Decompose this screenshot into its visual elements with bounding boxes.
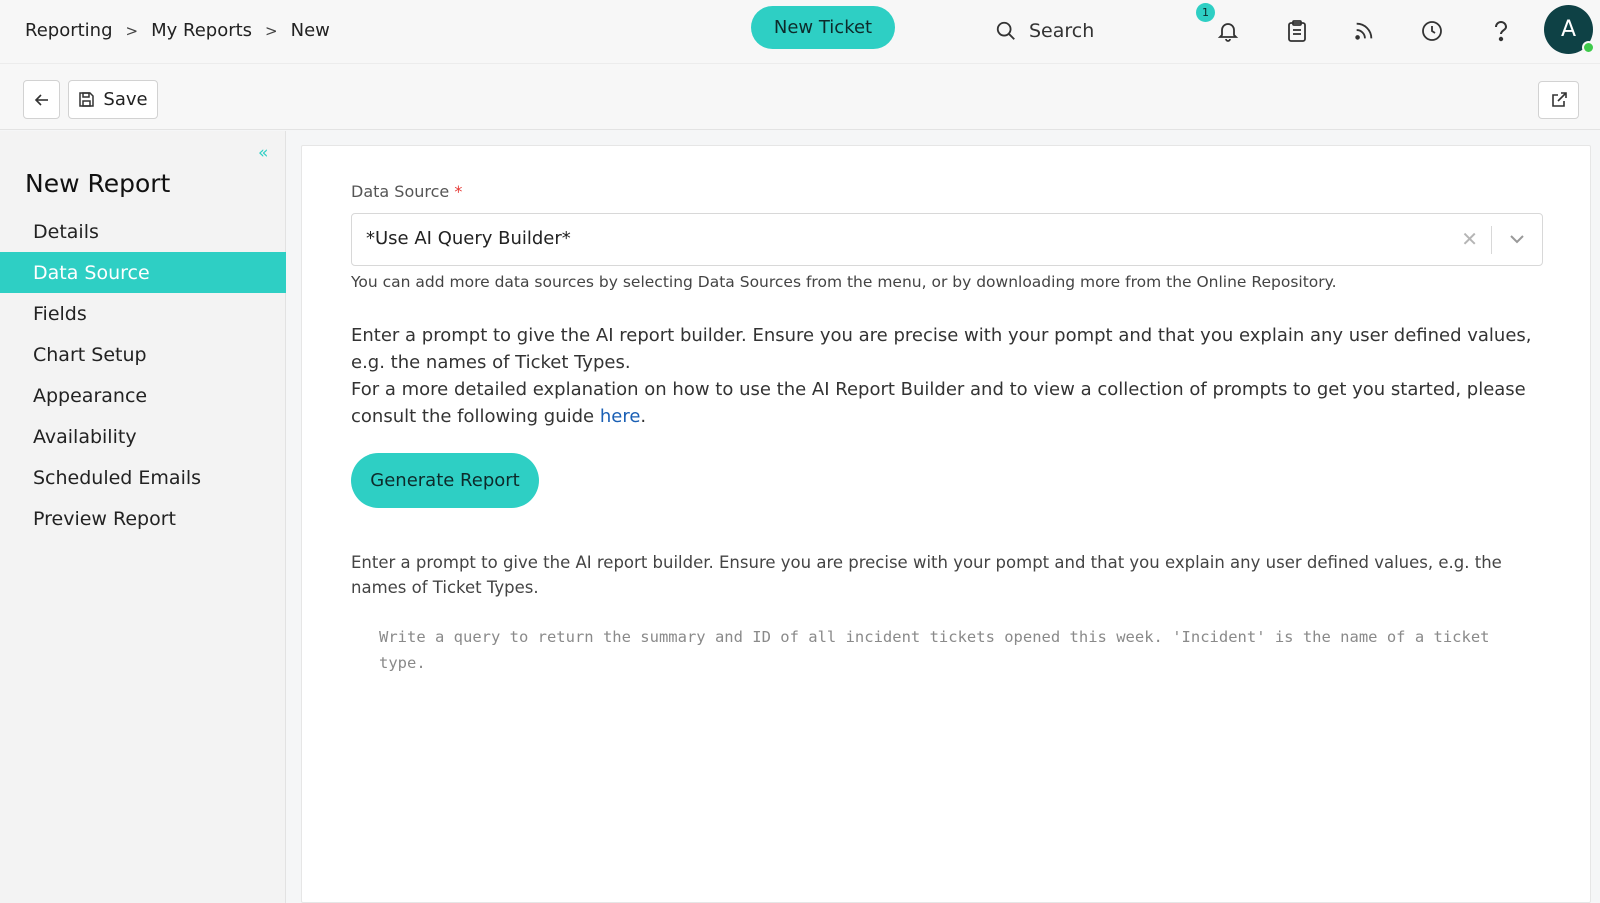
online-status-indicator	[1582, 41, 1595, 54]
sidebar-item-data-source[interactable]: Data Source	[0, 252, 286, 293]
notification-badge: 1	[1196, 3, 1215, 22]
guide-paragraph: For a more detailed explanation on how t…	[351, 376, 1551, 430]
toolbar: Save	[0, 64, 1600, 130]
chevron-down-icon[interactable]	[1506, 228, 1528, 250]
prompt-intro-text: Enter a prompt to give the AI report bui…	[351, 325, 1532, 373]
collapse-sidebar-icon[interactable]: «	[258, 143, 268, 163]
save-label: Save	[103, 89, 148, 110]
save-button[interactable]: Save	[68, 80, 158, 119]
rss-feed-icon	[1355, 22, 1373, 40]
required-marker: *	[454, 182, 463, 201]
clipboard-icon	[1288, 20, 1306, 42]
data-source-selected-value: *Use AI Query Builder*	[366, 228, 571, 249]
bell-icon	[1217, 23, 1239, 42]
search-label: Search	[1029, 20, 1095, 42]
guide-period: .	[640, 406, 647, 427]
floppy-disk-icon	[79, 92, 95, 107]
generate-report-button[interactable]: Generate Report	[351, 453, 539, 508]
prompt-description: Enter a prompt to give the AI report bui…	[351, 553, 1502, 597]
sidebar-item-chart-setup[interactable]: Chart Setup	[0, 334, 286, 375]
sidebar-nav: Details Data Source Fields Chart Setup A…	[0, 211, 286, 539]
tasks-button[interactable]	[1280, 14, 1314, 48]
sidebar-item-availability[interactable]: Availability	[0, 416, 286, 457]
breadcrumb: Reporting > My Reports > New	[25, 20, 330, 41]
sidebar-item-details[interactable]: Details	[0, 211, 286, 252]
history-button[interactable]	[1415, 14, 1449, 48]
breadcrumb-separator: >	[265, 21, 278, 40]
sidebar-item-appearance[interactable]: Appearance	[0, 375, 286, 416]
new-ticket-button[interactable]: New Ticket	[751, 6, 895, 49]
breadcrumb-separator: >	[125, 21, 139, 40]
notifications-button[interactable]	[1211, 14, 1245, 48]
select-divider	[1491, 226, 1492, 254]
sidebar-item-scheduled-emails[interactable]: Scheduled Emails	[0, 457, 286, 498]
breadcrumb-reporting[interactable]: Reporting	[25, 20, 113, 41]
guide-text: For a more detailed explanation on how t…	[351, 379, 1526, 427]
search-box[interactable]: Search	[995, 16, 1094, 46]
sidebar: « New Report Details Data Source Fields …	[0, 131, 286, 903]
sidebar-item-fields[interactable]: Fields	[0, 293, 286, 334]
help-button[interactable]	[1484, 14, 1518, 48]
data-source-helper-text: You can add more data sources by selecti…	[351, 273, 1337, 291]
open-external-button[interactable]	[1538, 81, 1579, 119]
prompt-instructions: Enter a prompt to give the AI report bui…	[351, 322, 1551, 430]
help-icon	[1495, 21, 1508, 42]
top-bar: Reporting > My Reports > New New Ticket …	[0, 0, 1600, 64]
search-icon	[996, 21, 1015, 40]
data-source-label-text: Data Source	[351, 182, 450, 201]
sidebar-title: New Report	[25, 169, 171, 198]
breadcrumb-new: New	[290, 20, 330, 41]
feed-button[interactable]	[1347, 14, 1381, 48]
sidebar-item-preview-report[interactable]: Preview Report	[0, 498, 286, 539]
arrow-left-icon	[34, 93, 48, 106]
clock-icon	[1422, 21, 1442, 41]
data-source-select[interactable]: *Use AI Query Builder* ✕	[351, 213, 1543, 266]
main-panel: Data Source * *Use AI Query Builder* ✕ Y…	[301, 145, 1591, 903]
prompt-input[interactable]	[351, 616, 1551, 736]
data-source-label: Data Source *	[351, 182, 462, 201]
external-link-icon	[1551, 92, 1567, 107]
breadcrumb-my-reports[interactable]: My Reports	[151, 20, 252, 41]
guide-link[interactable]: here	[600, 406, 641, 427]
clear-icon[interactable]: ✕	[1461, 227, 1478, 251]
back-button[interactable]	[23, 80, 60, 119]
